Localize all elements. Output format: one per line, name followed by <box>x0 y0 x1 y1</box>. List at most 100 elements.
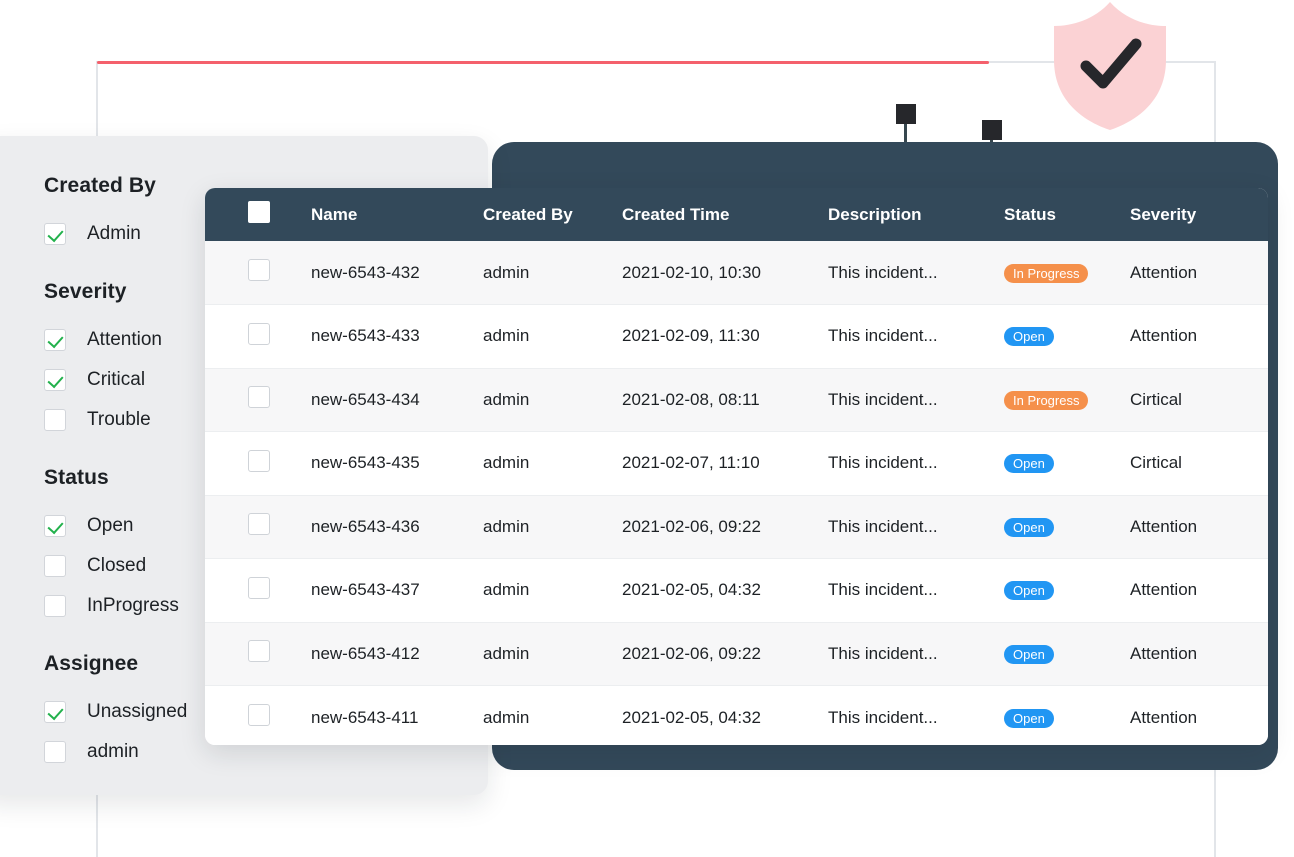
cell-description: This incident... <box>828 241 1004 305</box>
row-checkbox[interactable] <box>248 449 270 472</box>
table-row[interactable]: new-6543-412 admin 2021-02-06, 09:22 This i… <box>205 622 1268 686</box>
filter-option-label: Attention <box>87 329 162 350</box>
cell-status: Open <box>1004 495 1130 559</box>
cell-created-time: 2021-02-09, 11:30 <box>622 304 828 369</box>
column-header-name[interactable]: Name <box>311 188 483 241</box>
row-checkbox[interactable] <box>248 513 270 536</box>
cell-created-by: admin <box>483 241 622 305</box>
filter-option-label: admin <box>87 741 139 762</box>
filter-checkbox-checked[interactable] <box>44 701 66 723</box>
table-header-row: Name Created By Created Time Description… <box>205 188 1268 241</box>
page-root: Created By Admin Severity Attention Critical… <box>0 0 1294 857</box>
cell-created-time: 2021-02-06, 09:22 <box>622 622 828 686</box>
filter-option-label: Closed <box>87 555 147 576</box>
filter-checkbox[interactable] <box>44 555 66 577</box>
select-all-checkbox[interactable] <box>248 201 270 223</box>
cell-select <box>205 495 311 559</box>
cell-status: Open <box>1004 304 1130 369</box>
filter-checkbox-checked[interactable] <box>44 329 66 351</box>
filter-checkbox-checked[interactable] <box>44 515 66 537</box>
cell-created-time: 2021-02-05, 04:32 <box>622 685 828 745</box>
cell-created-time: 2021-02-08, 08:11 <box>622 368 828 432</box>
row-checkbox[interactable] <box>248 704 270 726</box>
cell-severity: Attention <box>1130 304 1268 369</box>
incidents-table: Name Created By Created Time Description… <box>205 188 1268 745</box>
table-row[interactable]: new-6543-436 admin 2021-02-06, 09:22 This i… <box>205 495 1268 559</box>
table-row[interactable]: new-6543-432 admin 2021-02-10, 10:30 This i… <box>205 241 1268 305</box>
row-checkbox[interactable] <box>248 322 270 345</box>
table-row[interactable]: new-6543-434 admin 2021-02-08, 08:11 This i… <box>205 368 1268 432</box>
filter-option-label: Trouble <box>87 409 151 430</box>
column-header-severity[interactable]: Severity <box>1130 188 1268 241</box>
cell-name: new-6543-432 <box>311 241 483 305</box>
cell-description: This incident... <box>828 558 1004 623</box>
cell-description: This incident... <box>828 685 1004 745</box>
status-badge: Open <box>1004 327 1054 347</box>
cell-status: Open <box>1004 558 1130 623</box>
status-badge: Open <box>1004 454 1054 474</box>
cell-severity: Cirtical <box>1130 368 1268 432</box>
status-badge: In Progress <box>1004 390 1089 410</box>
cell-created-by: admin <box>483 368 622 432</box>
cell-created-by: admin <box>483 495 622 559</box>
table-row[interactable]: new-6543-411 admin 2021-02-05, 04:32 This i… <box>205 685 1268 745</box>
row-checkbox[interactable] <box>248 386 270 409</box>
cell-status: In Progress <box>1004 368 1130 432</box>
cell-created-by: admin <box>483 431 622 496</box>
filter-option-label: Open <box>87 515 134 536</box>
table-row[interactable]: new-6543-437 admin 2021-02-05, 04:32 This i… <box>205 558 1268 623</box>
cell-created-time: 2021-02-06, 09:22 <box>622 495 828 559</box>
cell-select <box>205 241 311 305</box>
cell-created-by: admin <box>483 622 622 686</box>
table-row[interactable]: new-6543-435 admin 2021-02-07, 11:10 This i… <box>205 431 1268 496</box>
status-badge: Open <box>1004 708 1054 728</box>
table-header: Name Created By Created Time Description… <box>205 188 1268 241</box>
cell-description: This incident... <box>828 304 1004 369</box>
cell-description: This incident... <box>828 368 1004 432</box>
cell-severity: Attention <box>1130 558 1268 623</box>
cell-name: new-6543-412 <box>311 622 483 686</box>
status-badge: Open <box>1004 644 1054 664</box>
filter-option-label: Critical <box>87 369 146 390</box>
cell-name: new-6543-436 <box>311 495 483 559</box>
table-row[interactable]: new-6543-433 admin 2021-02-09, 11:30 This i… <box>205 304 1268 369</box>
status-badge: Open <box>1004 517 1054 537</box>
column-header-select <box>205 188 311 241</box>
cell-status: Open <box>1004 622 1130 686</box>
status-badge: In Progress <box>1004 263 1089 283</box>
cell-select <box>205 622 311 686</box>
accent-line-top <box>97 61 989 64</box>
cell-severity: Attention <box>1130 495 1268 559</box>
column-header-created-time[interactable]: Created Time <box>622 188 828 241</box>
table-body: new-6543-432 admin 2021-02-10, 10:30 This i… <box>205 241 1268 745</box>
cell-created-time: 2021-02-10, 10:30 <box>622 241 828 305</box>
cell-severity: Attention <box>1130 622 1268 686</box>
cell-name: new-6543-411 <box>311 685 483 745</box>
column-header-status[interactable]: Status <box>1004 188 1130 241</box>
filter-option-label: Unassigned <box>87 701 188 722</box>
filter-checkbox-checked[interactable] <box>44 223 66 245</box>
filter-checkbox[interactable] <box>44 409 66 431</box>
cell-created-time: 2021-02-07, 11:10 <box>622 431 828 496</box>
row-checkbox[interactable] <box>248 259 270 281</box>
cell-severity: Attention <box>1130 685 1268 745</box>
row-checkbox[interactable] <box>248 640 270 663</box>
filter-checkbox[interactable] <box>44 741 66 763</box>
filter-checkbox-checked[interactable] <box>44 369 66 391</box>
cell-severity: Attention <box>1130 241 1268 305</box>
row-checkbox[interactable] <box>248 576 270 599</box>
filter-option-label: Admin <box>87 223 141 244</box>
column-header-created-by[interactable]: Created By <box>483 188 622 241</box>
cell-created-by: admin <box>483 304 622 369</box>
shield-check-icon <box>1046 0 1174 132</box>
column-header-description[interactable]: Description <box>828 188 1004 241</box>
cell-description: This incident... <box>828 622 1004 686</box>
filter-option-label: InProgress <box>87 595 179 616</box>
cell-name: new-6543-437 <box>311 558 483 623</box>
incidents-table-card: Name Created By Created Time Description… <box>205 188 1268 745</box>
filter-checkbox[interactable] <box>44 595 66 617</box>
cell-name: new-6543-433 <box>311 304 483 369</box>
cell-select <box>205 558 311 623</box>
cell-status: In Progress <box>1004 241 1130 305</box>
cell-select <box>205 304 311 369</box>
